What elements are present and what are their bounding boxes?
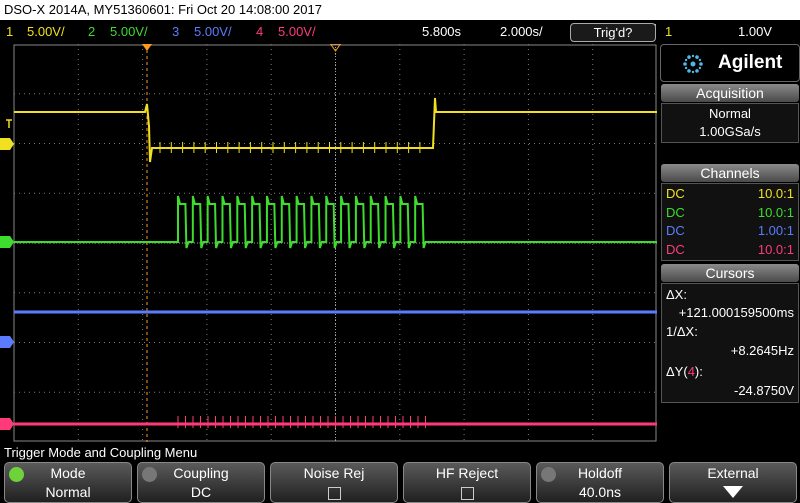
acquisition-mode: Normal <box>709 106 751 121</box>
channel-row-3: DC 1.00:1 <box>666 223 794 238</box>
acquisition-rate: 1.00GSa/s <box>699 124 761 139</box>
channel-2-ground-marker <box>0 236 14 248</box>
spark-dot <box>687 55 691 59</box>
channel-row-4: DC 10.0:1 <box>666 242 794 257</box>
spark-dot <box>695 55 699 59</box>
cursor-dy-channel: 4 <box>687 364 695 379</box>
spark-dot <box>683 62 687 66</box>
channels-panel: DC 10.0:1 DC 10.0:1 DC 1.00:1 DC 10.0:1 <box>661 183 799 261</box>
ch2-scale[interactable]: 5.00V/ <box>110 20 148 44</box>
spark-dot <box>687 69 691 73</box>
cursor-inv-value: +8.2645Hz <box>730 343 794 358</box>
spark-dot <box>684 66 688 70</box>
cursor-inv-label: 1/ΔX: <box>666 324 698 339</box>
waveform-display[interactable] <box>0 43 657 442</box>
cursor-dx-label: ΔX: <box>666 287 687 302</box>
channel-row-1: DC 10.0:1 <box>666 186 794 201</box>
noise-reject-softkey[interactable]: Noise Rej <box>270 462 398 503</box>
coupling-softkey[interactable]: Coupling DC <box>137 462 265 503</box>
cursor-dy-label: ΔY(4): <box>666 364 703 379</box>
agilent-spark-icon <box>679 51 707 82</box>
spark-dot <box>695 69 699 73</box>
cursors-panel: ΔX: +121.000159500ms 1/ΔX: +8.2645Hz ΔY(… <box>661 283 799 403</box>
window-title: DSO-X 2014A, MY51360601: Fri Oct 20 14:0… <box>4 2 322 17</box>
trigger-source[interactable]: 1 <box>665 20 672 44</box>
mode-softkey[interactable]: Mode Normal <box>4 462 132 503</box>
cursors-header: Cursors <box>661 264 799 282</box>
spark-dot <box>699 62 703 66</box>
ch1-scale[interactable]: 5.00V/ <box>27 20 65 44</box>
channel-1-ground-marker <box>0 138 14 150</box>
brand-box: Agilent <box>660 44 800 82</box>
spark-dot <box>698 66 702 70</box>
spark-dot <box>684 58 688 62</box>
channels-header: Channels <box>661 164 799 182</box>
ch3-number[interactable]: 3 <box>172 20 179 44</box>
external-softkey[interactable]: External <box>669 462 797 503</box>
spark-center <box>690 61 696 67</box>
ch2-number[interactable]: 2 <box>88 20 95 44</box>
noise-reject-checkbox[interactable] <box>327 487 341 500</box>
title-bar: DSO-X 2014A, MY51360601: Fri Oct 20 14:0… <box>0 0 800 20</box>
spark-dot <box>698 58 702 62</box>
ch3-scale[interactable]: 5.00V/ <box>194 20 232 44</box>
cursor-dy-value: -24.8750V <box>734 383 794 398</box>
softkey-bar: Mode Normal Coupling DC Noise Rej HF Rej… <box>0 462 800 503</box>
waveform-graticule <box>0 43 657 442</box>
acquisition-panel: Normal 1.00GSa/s <box>661 103 799 143</box>
menu-title: Trigger Mode and Coupling Menu <box>0 444 800 462</box>
ch4-scale[interactable]: 5.00V/ <box>278 20 316 44</box>
spark-dot <box>691 70 695 74</box>
holdoff-softkey[interactable]: Holdoff 40.0ns <box>536 462 664 503</box>
ch1-number[interactable]: 1 <box>6 20 13 44</box>
time-delay[interactable]: 5.800s <box>422 20 461 44</box>
channel-3-ground-marker <box>0 336 14 348</box>
spark-dot <box>691 54 695 58</box>
acquisition-header: Acquisition <box>661 84 799 102</box>
down-arrow-icon <box>670 484 796 503</box>
brand-logo: Agilent <box>718 52 783 73</box>
time-scale[interactable]: 2.000s/ <box>500 20 543 44</box>
trigger-position-marker <box>142 44 152 51</box>
hf-reject-softkey[interactable]: HF Reject <box>403 462 531 503</box>
channel-row-2: DC 10.0:1 <box>666 205 794 220</box>
trigger-level-marker <box>6 119 12 128</box>
hf-reject-checkbox[interactable] <box>460 487 474 500</box>
trigger-level[interactable]: 1.00V <box>738 20 772 44</box>
status-bar: 1 5.00V/ 2 5.00V/ 3 5.00V/ 4 5.00V/ 5.80… <box>0 20 800 44</box>
ch4-number[interactable]: 4 <box>256 20 263 44</box>
side-panel: Agilent Acquisition Normal 1.00GSa/s Cha… <box>660 44 800 442</box>
cursor-dx-value: +121.000159500ms <box>678 305 794 320</box>
channel-4-ground-marker <box>0 418 14 430</box>
trigger-status-badge: Trig'd? <box>570 23 656 42</box>
